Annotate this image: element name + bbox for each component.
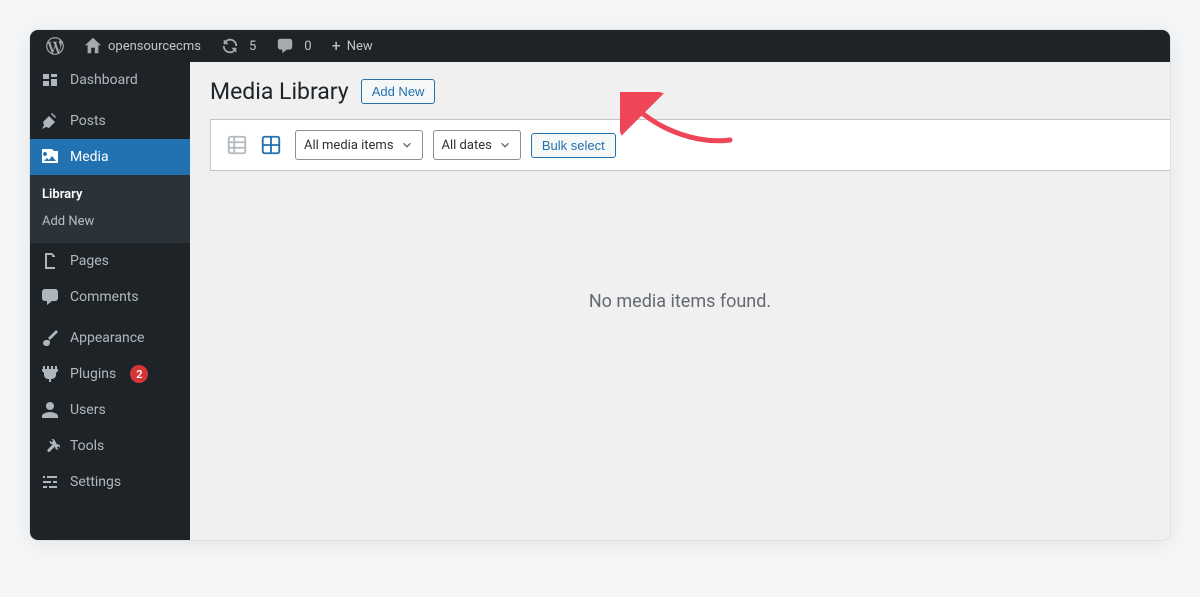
view-mode-toggle (223, 131, 285, 159)
sidebar-item-settings[interactable]: Settings (30, 464, 190, 500)
sidebar-label: Pages (70, 253, 109, 269)
filter-media-label: All media items (304, 138, 394, 153)
updates-count: 5 (249, 39, 256, 54)
sidebar-media-submenu: Library Add New (30, 175, 190, 243)
filter-dates-label: All dates (442, 138, 492, 153)
empty-state-message: No media items found. (210, 291, 1150, 312)
sidebar-item-appearance[interactable]: Appearance (30, 320, 190, 356)
media-type-filter[interactable]: All media items (295, 130, 423, 160)
pin-icon (40, 111, 60, 131)
pages-icon (40, 251, 60, 271)
plus-icon: + (332, 38, 341, 54)
page-header: Media Library Add New (210, 78, 1150, 105)
sidebar-item-users[interactable]: Users (30, 392, 190, 428)
admin-body: Dashboard Posts Media Library Add New (30, 62, 1170, 540)
new-content-link[interactable]: + New (324, 30, 381, 62)
sidebar-item-dashboard[interactable]: Dashboard (30, 62, 190, 98)
bulk-select-button[interactable]: Bulk select (531, 133, 616, 158)
sidebar-label: Comments (70, 289, 139, 305)
list-view-button[interactable] (223, 131, 251, 159)
admin-bar: opensourcecms 5 0 + New (30, 30, 1170, 62)
grid-view-button[interactable] (257, 131, 285, 159)
comments-link[interactable]: 0 (268, 30, 319, 62)
brush-icon (40, 328, 60, 348)
add-new-button[interactable]: Add New (361, 79, 436, 104)
comments-count: 0 (304, 39, 311, 54)
main-content: Media Library Add New (190, 62, 1170, 540)
sidebar-label: Tools (70, 438, 104, 454)
sliders-icon (40, 472, 60, 492)
chevron-down-icon (400, 138, 414, 152)
home-icon (84, 37, 102, 55)
sidebar-item-tools[interactable]: Tools (30, 428, 190, 464)
wrench-icon (40, 436, 60, 456)
admin-sidebar: Dashboard Posts Media Library Add New (30, 62, 190, 540)
page-title: Media Library (210, 78, 349, 105)
sidebar-label: Plugins (70, 366, 116, 382)
sidebar-label: Media (70, 149, 109, 165)
user-icon (40, 400, 60, 420)
sidebar-item-media[interactable]: Media (30, 139, 190, 175)
plugins-update-badge: 2 (130, 365, 148, 383)
sidebar-item-pages[interactable]: Pages (30, 243, 190, 279)
date-filter[interactable]: All dates (433, 130, 521, 160)
sidebar-label: Dashboard (70, 72, 138, 88)
comment-icon (40, 287, 60, 307)
sidebar-item-plugins[interactable]: Plugins 2 (30, 356, 190, 392)
wordpress-logo-icon (46, 37, 64, 55)
updates-link[interactable]: 5 (213, 30, 264, 62)
site-name-link[interactable]: opensourcecms (76, 30, 209, 62)
submenu-item-library[interactable]: Library (30, 181, 190, 208)
media-toolbar: All media items All dates Bulk select (210, 119, 1170, 171)
new-label: New (347, 39, 373, 54)
comment-bubble-icon (276, 37, 294, 55)
sidebar-label: Users (70, 402, 106, 418)
plug-icon (40, 364, 60, 384)
sidebar-label: Posts (70, 113, 106, 129)
submenu-item-add-new[interactable]: Add New (30, 208, 190, 235)
sidebar-label: Appearance (70, 330, 144, 346)
sidebar-item-comments[interactable]: Comments (30, 279, 190, 315)
sidebar-label: Settings (70, 474, 121, 490)
sidebar-item-posts[interactable]: Posts (30, 103, 190, 139)
wp-logo-menu[interactable] (38, 30, 72, 62)
admin-window: opensourcecms 5 0 + New Dashboard (30, 30, 1170, 540)
media-icon (40, 147, 60, 167)
dashboard-icon (40, 70, 60, 90)
site-name-text: opensourcecms (108, 39, 201, 54)
update-icon (221, 37, 239, 55)
chevron-down-icon (498, 138, 512, 152)
